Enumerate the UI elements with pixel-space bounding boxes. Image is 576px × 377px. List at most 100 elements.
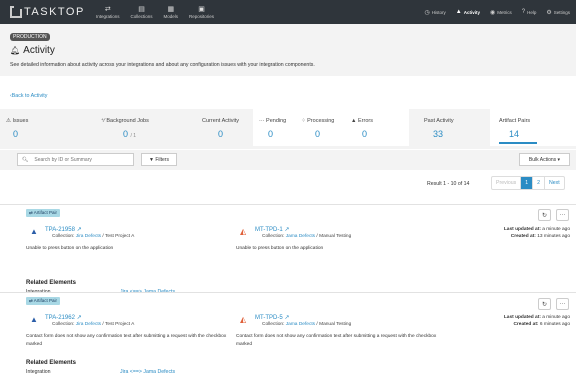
artifact-id-link[interactable]: MT-TPD-5 ↗ bbox=[255, 314, 289, 321]
collection-link[interactable]: Jira Defects bbox=[76, 322, 101, 327]
back-link-text: Back to Activity bbox=[11, 93, 48, 99]
page-header: PRODUCTION 🔔︎ Activity See detailed info… bbox=[0, 24, 576, 76]
stat-artifact-pairs-label: Artifact Pairs bbox=[499, 118, 531, 124]
stat-past-activity-label: Past Activity bbox=[424, 118, 454, 124]
jama-icon: ◭ bbox=[240, 227, 247, 236]
nav-activity-label: Activity bbox=[463, 9, 480, 15]
stat-processing-value: 0 bbox=[315, 129, 321, 139]
refresh-button[interactable]: ↻ bbox=[538, 298, 551, 310]
nav-help-label: Help bbox=[527, 9, 537, 15]
artifact-id-link[interactable]: TPA-21962 ↗ bbox=[45, 314, 82, 321]
artifact-summary: Unable to press button on the applicatio… bbox=[26, 246, 114, 251]
nav-integrations[interactable]: ⇄ Integrations bbox=[96, 0, 120, 24]
nav-history[interactable]: ◷ History bbox=[425, 9, 446, 16]
external-link-icon: ↗ bbox=[76, 227, 82, 233]
stat-artifact-pairs[interactable]: Artifact Pairs 14 bbox=[490, 109, 576, 146]
nav-settings[interactable]: ⚙ Settings bbox=[546, 9, 570, 16]
artifact-summary: Unable to press button on the applicatio… bbox=[236, 246, 324, 251]
nav-repositories-label: Repositories bbox=[189, 13, 215, 19]
page-title: 🔔︎ Activity bbox=[10, 45, 55, 56]
previous-page-button[interactable]: Previous bbox=[492, 177, 522, 189]
result-count: Result 1 - 10 of 14 bbox=[427, 181, 470, 187]
stat-past-activity[interactable]: Past Activity 33 bbox=[412, 109, 490, 146]
repositories-icon: ▣ bbox=[198, 5, 205, 13]
artifact-collection: Collection: Jira Defects / Test Project … bbox=[52, 234, 135, 239]
related-elements-heading: Related Elements bbox=[26, 280, 77, 286]
artifact-id-link[interactable]: TPA-21958 ↗ bbox=[45, 226, 82, 233]
artifact-pair-tag: ⇄ Artifact Pair bbox=[26, 209, 61, 217]
toolbar: 🔍︎ ▼ Filters Bulk Actions ▾ bbox=[0, 150, 576, 170]
stat-pending[interactable]: ··· Pending 0 bbox=[253, 109, 295, 146]
collection-link[interactable]: Jama Defects bbox=[286, 234, 315, 239]
metrics-icon: ◉ bbox=[489, 9, 496, 16]
nav-history-label: History bbox=[431, 9, 446, 15]
environment-badge: PRODUCTION bbox=[10, 33, 50, 41]
stat-issues-label: ⚠ Issues bbox=[6, 118, 29, 124]
bulk-actions-button[interactable]: Bulk Actions ▾ bbox=[519, 153, 570, 166]
brand-logo[interactable]: TASKTOP bbox=[10, 4, 96, 18]
stat-background-jobs-value: 0 / 1 bbox=[123, 129, 137, 139]
integration-link[interactable]: Jira <==> Jama Defects bbox=[120, 369, 175, 375]
artifact-collection: Collection: Jira Defects / Test Project … bbox=[52, 322, 135, 327]
integration-label: Integration bbox=[26, 369, 51, 375]
refresh-icon: ↻ bbox=[541, 212, 548, 219]
artifact-collection: Collection: Jama Defects / Manual Testin… bbox=[262, 234, 352, 239]
page-2-button[interactable]: 2 bbox=[533, 177, 545, 189]
next-page-button[interactable]: Next bbox=[545, 177, 564, 189]
back-to-activity-link[interactable]: ‹Back to Activity bbox=[10, 93, 47, 99]
artifact-id-link[interactable]: MT-TPD-1 ↗ bbox=[255, 226, 289, 233]
chevron-down-icon: ▾ bbox=[556, 156, 561, 163]
timestamps: Last updated at: a minute ago Created at… bbox=[503, 315, 570, 327]
artifact-collection: Collection: Jama Defects / Manual Testin… bbox=[262, 322, 352, 327]
stat-processing[interactable]: ⁘ Processing 0 bbox=[295, 109, 345, 146]
stat-past-activity-value: 33 bbox=[433, 129, 444, 139]
ellipsis-icon: ··· bbox=[559, 212, 566, 218]
nav-models[interactable]: ▦ Models bbox=[164, 0, 179, 24]
stat-artifact-pairs-value: 14 bbox=[509, 129, 520, 139]
timestamps: Last updated at: a minute ago Created at… bbox=[503, 227, 570, 239]
nav-collections-label: Collections bbox=[130, 13, 153, 19]
nav-activity[interactable]: ▲ Activity bbox=[456, 9, 480, 15]
stat-current-activity-value: 0 bbox=[218, 129, 224, 139]
search-icon: 🔍︎ bbox=[22, 156, 29, 163]
models-icon: ▦ bbox=[167, 5, 175, 13]
activity-summary: ⚠ Issues 0 ⁺⁄ Background Jobs 0 / 1 Curr… bbox=[0, 109, 576, 149]
artifact-summary: Contact form does not show any confirmat… bbox=[236, 334, 437, 347]
ellipsis-icon: ··· bbox=[559, 301, 566, 307]
jira-icon: ▲ bbox=[30, 227, 38, 236]
page-1-button[interactable]: 1 bbox=[521, 177, 534, 189]
collection-link[interactable]: Jama Defects bbox=[286, 322, 315, 327]
stat-background-jobs[interactable]: ⁺⁄ Background Jobs 0 / 1 bbox=[95, 109, 195, 146]
target-artifact: ◭ MT-TPD-1 ↗ Collection: Jama Defects / … bbox=[236, 226, 460, 266]
stat-issues[interactable]: ⚠ Issues 0 bbox=[0, 109, 95, 146]
help-icon: ? bbox=[521, 9, 526, 15]
stat-errors[interactable]: ▲ Errors 0 bbox=[345, 109, 409, 146]
jama-icon: ◭ bbox=[240, 315, 247, 324]
search-box[interactable]: 🔍︎ bbox=[17, 153, 134, 166]
nav-integrations-label: Integrations bbox=[96, 13, 120, 19]
stat-issues-value: 0 bbox=[13, 129, 19, 139]
nav-metrics[interactable]: ◉ Metrics bbox=[490, 9, 512, 16]
nav-settings-label: Settings bbox=[553, 9, 570, 15]
search-input[interactable] bbox=[34, 156, 130, 163]
integrations-icon: ⇄ bbox=[104, 5, 111, 13]
tasktop-logo-icon bbox=[10, 4, 22, 18]
stat-pending-label: ··· Pending bbox=[259, 118, 287, 124]
stat-errors-label: ▲ Errors bbox=[351, 118, 373, 124]
nav-repositories[interactable]: ▣ Repositories bbox=[189, 0, 214, 24]
gear-icon: ⚙ bbox=[546, 9, 552, 16]
nav-help[interactable]: ? Help bbox=[522, 9, 537, 15]
stat-errors-value: 0 bbox=[362, 129, 368, 139]
stat-pending-value: 0 bbox=[268, 129, 274, 139]
bell-icon: 🔔︎ bbox=[10, 46, 21, 55]
more-options-button[interactable]: ··· bbox=[556, 209, 569, 221]
bulk-actions-label: Bulk Actions bbox=[528, 156, 557, 163]
more-options-button[interactable]: ··· bbox=[556, 298, 569, 310]
stat-current-activity[interactable]: Current Activity 0 bbox=[196, 109, 253, 146]
nav-collections[interactable]: ▤ Collections bbox=[131, 0, 153, 24]
refresh-button[interactable]: ↻ bbox=[538, 209, 551, 221]
filters-button[interactable]: ▼ Filters bbox=[141, 153, 177, 166]
collection-link[interactable]: Jira Defects bbox=[76, 234, 101, 239]
nav-models-label: Models bbox=[163, 13, 179, 19]
stat-current-activity-label: Current Activity bbox=[202, 118, 239, 124]
